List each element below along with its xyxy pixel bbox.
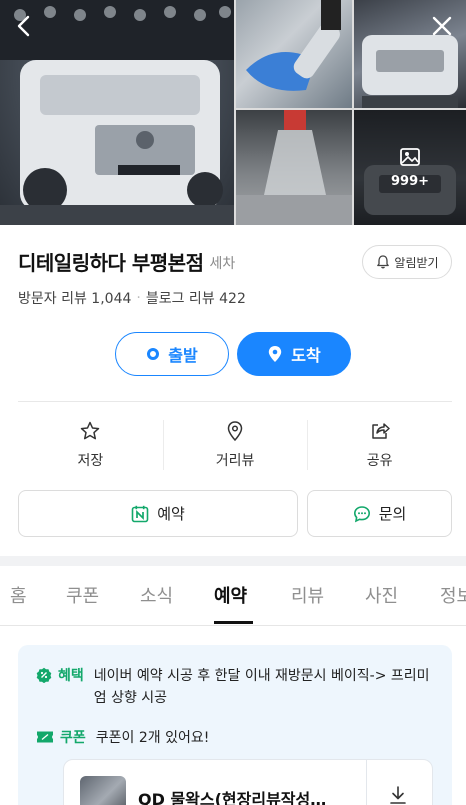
photo-gallery[interactable]: 999+ [0, 0, 466, 225]
chevron-left-icon [17, 15, 30, 37]
inquiry-button[interactable]: 문의 [307, 490, 452, 537]
more-photos-count: 999+ [390, 174, 430, 189]
notify-label: 알림받기 [394, 255, 439, 270]
location-pin-icon [227, 421, 243, 442]
coupon-row: 쿠폰 쿠폰이 2개 있어요! [36, 727, 209, 747]
place-category: 세차 [209, 256, 236, 272]
coupon-thumbnail [80, 776, 126, 805]
photo-detail-1[interactable] [236, 0, 352, 108]
star-icon [81, 421, 100, 440]
street-view-label: 거리뷰 [215, 453, 255, 469]
back-button[interactable] [6, 8, 42, 44]
bell-icon [377, 255, 390, 269]
photo-icon [400, 148, 420, 166]
coupon-ticket-icon [36, 730, 54, 744]
visitor-reviews-link[interactable]: 방문자 리뷰 1,044 [18, 288, 131, 308]
arrive-button[interactable]: 도착 [237, 332, 351, 376]
naver-booking-icon [131, 505, 149, 523]
street-view-button[interactable]: 거리뷰 [162, 412, 308, 478]
share-button[interactable]: 공유 [307, 412, 452, 478]
coupon-item-title: QD 물왁스(현장리뷰작성… [138, 790, 327, 805]
origin-dot-icon [146, 347, 160, 361]
benefit-label: 혜택 [58, 668, 84, 684]
benefit-row: 혜택 네이버 예약 시공 후 한달 이내 재방문시 베이직-> 프리미엄 상향 … [36, 665, 436, 709]
share-label: 공유 [366, 453, 393, 469]
divider [18, 401, 452, 402]
tab-coupon[interactable]: 쿠폰 [66, 582, 99, 608]
coupon-label: 쿠폰 [60, 730, 86, 746]
depart-button[interactable]: 출발 [115, 332, 229, 376]
coupon-divider [366, 760, 367, 805]
notify-button[interactable]: 알림받기 [362, 245, 452, 279]
active-tab-indicator [214, 621, 253, 624]
review-separator: · [136, 290, 141, 306]
share-icon [371, 423, 390, 439]
tab-home[interactable]: 홈 [10, 582, 27, 608]
steam-nozzle-photo [236, 110, 352, 225]
coupon-item-card[interactable]: QD 물왁스(현장리뷰작성… [63, 759, 433, 805]
more-photos-overlay[interactable]: 999+ [354, 110, 466, 225]
save-button[interactable]: 저장 [18, 412, 163, 478]
blog-reviews-link[interactable]: 블로그 리뷰 422 [146, 288, 246, 308]
close-icon [432, 16, 452, 36]
benefit-text: 네이버 예약 시공 후 한달 이내 재방문시 베이직-> 프리미엄 상향 시공 [93, 668, 430, 706]
download-icon [390, 786, 406, 804]
tab-bar: 홈 쿠폰 소식 예약 리뷰 사진 정보 [0, 566, 466, 626]
tab-news[interactable]: 소식 [140, 582, 173, 608]
save-label: 저장 [77, 453, 104, 469]
action-bar: 저장 거리뷰 공유 [18, 412, 452, 478]
arrive-label: 도착 [291, 346, 321, 365]
reserve-button[interactable]: 예약 [18, 490, 298, 537]
discount-badge-icon [36, 667, 52, 709]
close-button[interactable] [424, 8, 460, 44]
chat-bubble-icon [353, 505, 371, 523]
tab-reservation[interactable]: 예약 [214, 582, 247, 608]
coupon-download-button[interactable] [388, 784, 408, 805]
place-name: 디테일링하다 부평본점 [18, 250, 204, 275]
section-spacer [0, 556, 466, 566]
tab-info[interactable]: 정보 [440, 582, 466, 608]
inquiry-label: 문의 [378, 505, 407, 523]
vacuum-photo [246, 0, 341, 91]
map-pin-icon [267, 345, 283, 363]
review-summary: 방문자 리뷰 1,044 · 블로그 리뷰 422 [18, 288, 246, 308]
tab-reviews[interactable]: 리뷰 [291, 582, 324, 608]
photo-detail-3[interactable] [236, 110, 352, 225]
depart-label: 출발 [168, 346, 198, 365]
tab-photos[interactable]: 사진 [365, 582, 398, 608]
reserve-label: 예약 [157, 505, 185, 523]
coupon-text: 쿠폰이 2개 있어요! [95, 730, 210, 746]
